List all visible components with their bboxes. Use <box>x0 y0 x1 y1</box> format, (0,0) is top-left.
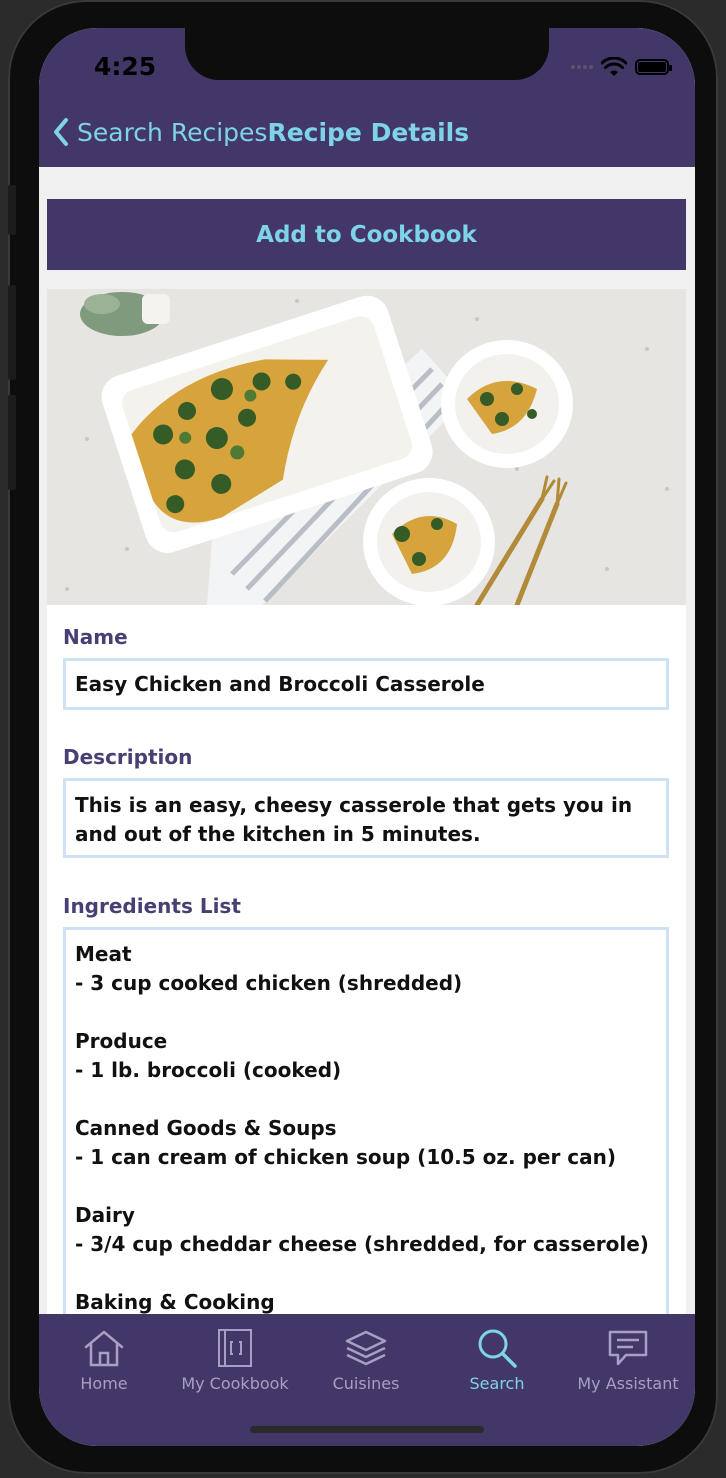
back-button-label: Search Recipes <box>77 117 268 147</box>
ingredient-item: - 1 can cream of chicken soup (10.5 oz. … <box>75 1145 617 1169</box>
tab-cuisines-label: Cuisines <box>332 1374 400 1393</box>
wifi-icon <box>601 57 627 76</box>
ingredients-label: Ingredients List <box>63 894 241 918</box>
ingredients-field[interactable]: Meat - 3 cup cooked chicken (shredded) Pro… <box>63 927 669 1314</box>
volume-up-button <box>8 285 16 380</box>
layers-icon <box>345 1330 387 1366</box>
ingredient-spacer <box>75 1259 657 1288</box>
device-notch <box>185 28 549 80</box>
tab-my-assistant[interactable]: My Assistant <box>563 1326 693 1393</box>
chat-icon <box>608 1330 648 1366</box>
recipe-form: Name Easy Chicken and Broccoli Casserole… <box>47 605 686 1314</box>
ingredient-spacer <box>75 1085 657 1114</box>
recipe-details-scroll[interactable]: Add to Cookbook Name Easy Chicken and Br… <box>39 167 695 1314</box>
description-label: Description <box>63 745 193 769</box>
ingredient-item: - 1 lb. broccoli (cooked) <box>75 1058 342 1082</box>
chevron-left-icon <box>54 118 68 146</box>
tab-cuisines[interactable]: Cuisines <box>301 1326 431 1393</box>
ingredient-spacer <box>75 1172 657 1201</box>
home-indicator[interactable] <box>250 1426 484 1433</box>
ingredient-category: Meat <box>75 942 132 966</box>
home-icon <box>84 1330 124 1367</box>
ingredient-item: - 3 cup cooked chicken (shredded) <box>75 971 463 995</box>
add-to-cookbook-button[interactable]: Add to Cookbook <box>47 199 686 270</box>
name-field[interactable]: Easy Chicken and Broccoli Casserole <box>63 658 669 710</box>
cellular-signal-icon <box>571 65 593 69</box>
tab-home[interactable]: Home <box>39 1326 169 1393</box>
tab-search-label: Search <box>469 1374 525 1393</box>
back-button[interactable]: Search Recipes <box>53 117 267 147</box>
status-icons <box>571 56 672 78</box>
tab-search[interactable]: Search <box>432 1326 562 1393</box>
tab-my-cookbook-label: My Cookbook <box>181 1374 289 1393</box>
description-field[interactable]: This is an easy, cheesy casserole that g… <box>63 778 669 858</box>
status-time: 4:25 <box>94 52 157 81</box>
search-icon <box>478 1329 517 1368</box>
cookbook-icon <box>218 1329 252 1367</box>
page-title: Recipe Details <box>267 117 470 147</box>
volume-down-button <box>8 395 16 490</box>
navigation-header: 4:25 Search Recipes Recipe Details <box>39 28 695 167</box>
mute-switch <box>8 185 16 235</box>
nav-bar: Search Recipes Recipe Details <box>39 112 695 152</box>
ingredient-item: - 3/4 cup cheddar cheese (shredded, for … <box>75 1232 649 1256</box>
app-screen: 4:25 Search Recipes Recipe Details Add t <box>39 28 695 1446</box>
tab-my-assistant-label: My Assistant <box>577 1374 679 1393</box>
recipe-photo <box>47 289 686 605</box>
ingredient-spacer <box>75 998 657 1027</box>
ingredient-category: Baking & Cooking <box>75 1290 275 1314</box>
ingredient-category: Produce <box>75 1029 168 1053</box>
name-label: Name <box>63 625 128 649</box>
ingredient-category: Canned Goods & Soups <box>75 1116 337 1140</box>
tab-home-label: Home <box>80 1374 128 1393</box>
ingredient-category: Dairy <box>75 1203 135 1227</box>
battery-icon <box>635 59 672 75</box>
tab-my-cookbook[interactable]: My Cookbook <box>170 1326 300 1393</box>
